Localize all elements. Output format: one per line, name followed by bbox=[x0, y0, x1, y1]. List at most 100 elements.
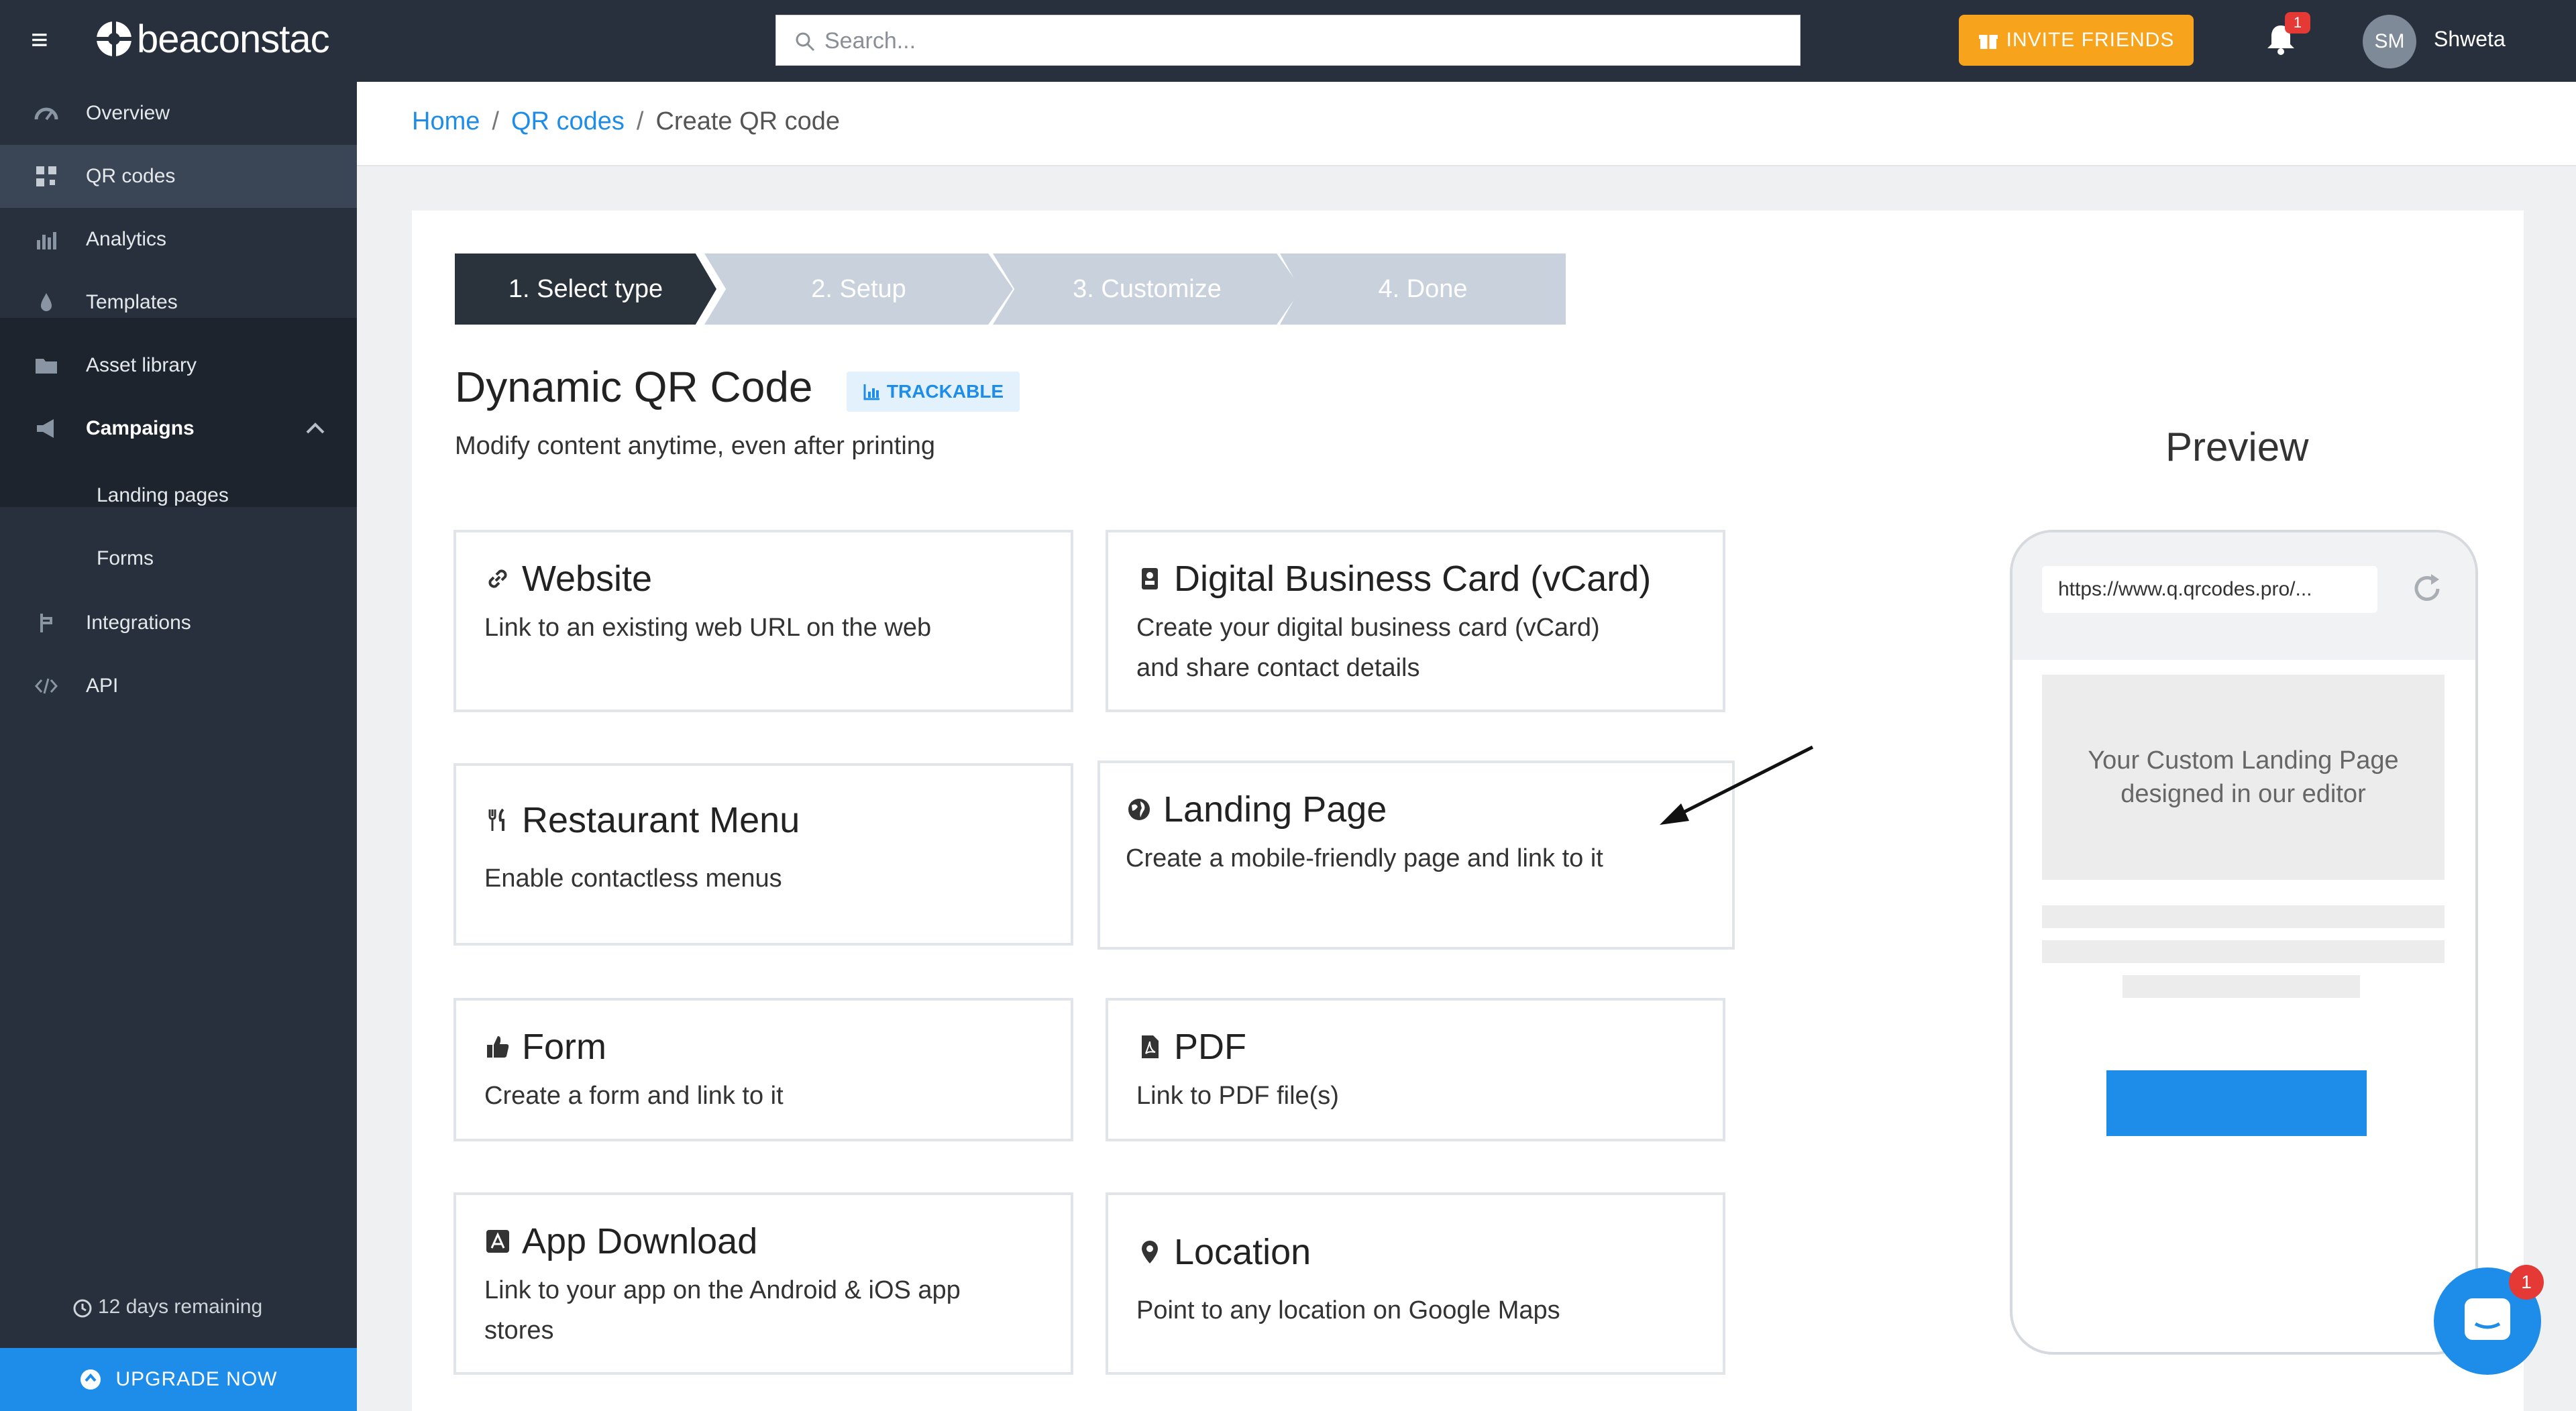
user-avatar[interactable]: SM bbox=[2363, 15, 2416, 68]
option-title: Location bbox=[1174, 1232, 1311, 1272]
location-pin-icon bbox=[1142, 1241, 1158, 1263]
option-title: Form bbox=[522, 1027, 606, 1067]
invite-friends-button[interactable]: INVITE FRIENDS bbox=[1959, 15, 2194, 66]
sidebar-item-analytics[interactable]: Analytics bbox=[0, 208, 357, 271]
option-description: Link to an existing web URL on the web bbox=[484, 614, 932, 642]
megaphone-icon bbox=[37, 419, 54, 438]
thumbs-up-icon bbox=[487, 1036, 509, 1058]
preview-skeleton-line bbox=[2123, 975, 2360, 998]
chevron-up-icon[interactable] bbox=[303, 416, 327, 441]
search-icon bbox=[796, 32, 815, 52]
sidebar-item-label: Forms bbox=[97, 547, 154, 569]
option-card-landing-page[interactable]: Landing Page Create a mobile-friendly pa… bbox=[1097, 760, 1735, 950]
option-description: Link to PDF file(s) bbox=[1136, 1082, 1339, 1110]
option-description: Create a mobile-friendly page and link t… bbox=[1126, 844, 1603, 872]
option-description: Create a form and link to it bbox=[484, 1082, 784, 1110]
step-select-type[interactable]: 1. Select type bbox=[455, 253, 716, 325]
sidebar-item-label: Analytics bbox=[86, 228, 167, 250]
sidebar-item-forms[interactable]: Forms bbox=[0, 527, 357, 590]
breadcrumb-separator: / bbox=[636, 107, 644, 135]
sidebar-item-integrations[interactable]: Integrations bbox=[0, 591, 357, 655]
link-icon bbox=[488, 569, 507, 588]
sidebar-item-campaigns[interactable]: Campaigns bbox=[0, 397, 357, 460]
pointer-arrow-annotation bbox=[1660, 745, 1814, 825]
sidebar-item-landing-pages[interactable]: Landing pages bbox=[0, 464, 357, 527]
notification-badge: 1 bbox=[2285, 12, 2310, 34]
breadcrumb-current: Create QR code bbox=[655, 107, 841, 135]
option-title: Website bbox=[522, 559, 653, 599]
folder-icon bbox=[36, 359, 57, 374]
option-card-location[interactable]: Location Point to any location on Google… bbox=[1106, 1192, 1725, 1375]
clock-icon bbox=[73, 1299, 92, 1318]
beaconstac-logo-icon[interactable] bbox=[94, 19, 134, 59]
refresh-icon bbox=[2414, 574, 2440, 601]
preview-skeleton-line bbox=[2042, 905, 2445, 928]
option-title: Landing Page bbox=[1163, 789, 1387, 830]
page-title: Dynamic QR Code bbox=[455, 363, 813, 411]
chart-icon bbox=[863, 384, 879, 400]
option-card-vcard[interactable]: Digital Business Card (vCard) Create you… bbox=[1106, 530, 1725, 712]
option-card-restaurant-menu[interactable]: Restaurant Menu Enable contactless menus bbox=[453, 763, 1073, 946]
trackable-badge: TRACKABLE bbox=[847, 372, 1020, 412]
pdf-icon bbox=[1142, 1035, 1159, 1058]
option-title: Restaurant Menu bbox=[522, 800, 800, 840]
contact-card-icon bbox=[1142, 568, 1158, 589]
breadcrumb-qr-codes-link[interactable]: QR codes bbox=[511, 107, 625, 135]
sidebar-item-label: Campaigns bbox=[86, 417, 195, 439]
hamburger-menu-icon[interactable]: ≡ bbox=[31, 25, 58, 55]
preview-cta-button bbox=[2106, 1070, 2367, 1136]
sidebar-item-label: Templates bbox=[86, 291, 178, 313]
drop-icon bbox=[41, 293, 52, 311]
username[interactable]: Shweta bbox=[2434, 27, 2506, 52]
breadcrumb-separator: / bbox=[492, 107, 499, 135]
option-description: Create your digital business card (vCard… bbox=[1136, 614, 1600, 682]
sidebar-item-overview[interactable]: Overview bbox=[0, 82, 357, 145]
step-done[interactable]: 4. Done bbox=[1280, 253, 1566, 325]
option-card-website[interactable]: Website Link to an existing web URL on t… bbox=[453, 530, 1073, 712]
option-description: Enable contactless menus bbox=[484, 864, 782, 893]
speedometer-icon bbox=[34, 107, 58, 121]
preview-url-bar: https://www.q.qrcodes.pro/... bbox=[2042, 566, 2377, 613]
code-icon bbox=[34, 678, 58, 694]
trial-remaining-text: 12 days remaining bbox=[98, 1296, 263, 1318]
sidebar-item-templates[interactable]: Templates bbox=[0, 271, 357, 334]
breadcrumb-home-link[interactable]: Home bbox=[412, 107, 480, 135]
upgrade-arrow-icon bbox=[80, 1369, 101, 1390]
preview-skeleton-line bbox=[2042, 940, 2445, 963]
option-card-form[interactable]: Form Create a form and link to it bbox=[453, 998, 1073, 1141]
bar-chart-icon bbox=[37, 232, 56, 249]
sidebar-item-api[interactable]: API bbox=[0, 655, 357, 718]
sidebar-item-label: Integrations bbox=[86, 612, 191, 634]
sidebar-item-label: QR codes bbox=[86, 165, 176, 187]
upgrade-now-button[interactable]: UPGRADE NOW bbox=[0, 1348, 357, 1411]
option-title: App Download bbox=[522, 1221, 758, 1261]
app-store-icon bbox=[486, 1230, 509, 1253]
option-card-pdf[interactable]: PDF Link to PDF file(s) bbox=[1106, 998, 1725, 1141]
cutlery-icon bbox=[488, 808, 504, 831]
search-box[interactable] bbox=[775, 15, 1801, 66]
preview-hero-placeholder: Your Custom Landing Page designed in our… bbox=[2042, 675, 2445, 880]
option-card-app-download[interactable]: App Download Link to your app on the And… bbox=[453, 1192, 1073, 1375]
step-setup[interactable]: 2. Setup bbox=[704, 253, 1013, 325]
gift-icon bbox=[1978, 35, 1998, 49]
integration-icon bbox=[40, 614, 52, 632]
sidebar-item-label: Asset library bbox=[86, 354, 197, 376]
trackable-badge-label: TRACKABLE bbox=[886, 381, 1004, 402]
sidebar-item-label: Landing pages bbox=[97, 484, 229, 506]
invite-friends-label: INVITE FRIENDS bbox=[2006, 29, 2175, 51]
sidebar-item-asset-library[interactable]: Asset library bbox=[0, 334, 357, 397]
option-description: Point to any location on Google Maps bbox=[1136, 1296, 1560, 1324]
sidebar-item-label: API bbox=[86, 675, 119, 697]
qr-icon bbox=[36, 166, 56, 186]
chat-icon bbox=[2465, 1298, 2510, 1340]
step-customize[interactable]: 3. Customize bbox=[993, 253, 1301, 325]
breadcrumb: Home / QR codes / Create QR code bbox=[412, 107, 840, 136]
search-input[interactable] bbox=[823, 15, 1792, 66]
sidebar-item-qr-codes[interactable]: QR codes bbox=[0, 145, 357, 208]
option-description: Link to your app on the Android & iOS ap… bbox=[484, 1276, 961, 1345]
sidebar-item-label: Overview bbox=[86, 102, 170, 124]
page-subtitle: Modify content anytime, even after print… bbox=[455, 432, 936, 460]
brand-name[interactable]: beaconstac bbox=[137, 16, 330, 63]
globe-icon bbox=[1128, 799, 1150, 820]
preview-title: Preview bbox=[2165, 425, 2309, 469]
